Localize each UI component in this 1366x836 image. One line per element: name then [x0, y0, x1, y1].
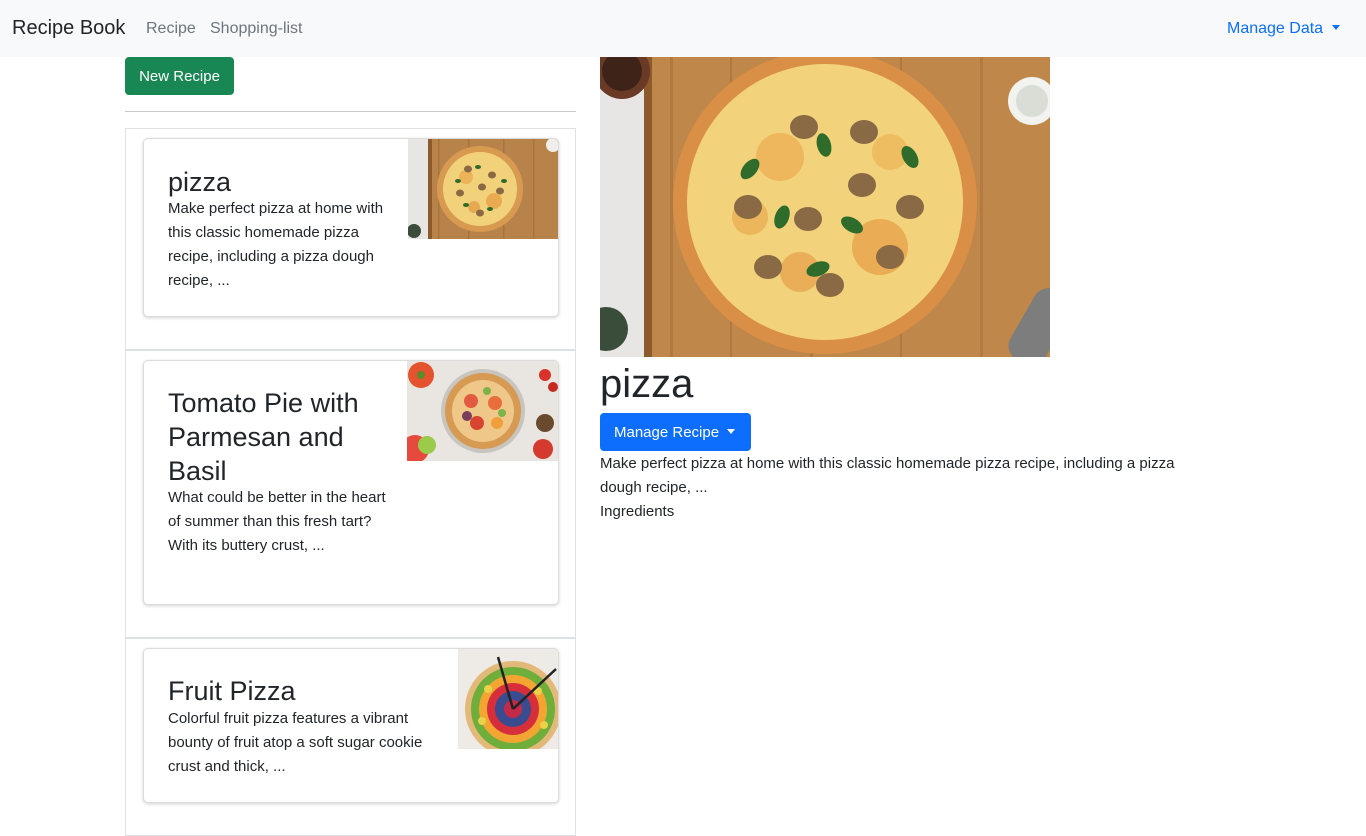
- divider: [125, 111, 576, 112]
- top-navbar: Recipe Book Recipe Shopping-list Manage …: [0, 0, 1366, 57]
- recipe-thumbnail-image: [458, 649, 558, 749]
- recipe-card-title: Fruit Pizza: [168, 676, 296, 706]
- recipe-thumbnail-image: [408, 139, 558, 239]
- ingredients-label: Ingredients: [600, 503, 675, 520]
- nav-recipe-link[interactable]: Recipe: [146, 20, 196, 38]
- recipe-detail-image: [600, 57, 1050, 357]
- recipe-card-description: Colorful fruit pizza features a vibrant …: [168, 710, 423, 775]
- recipe-card-description: Make perfect pizza at home with this cla…: [168, 200, 384, 289]
- new-recipe-button[interactable]: New Recipe: [125, 57, 234, 95]
- recipe-card-title: Tomato Pie with Parmesan and Basil: [168, 388, 359, 486]
- recipe-card-tomato-pie[interactable]: Tomato Pie with Parmesan and Basil What …: [143, 360, 559, 605]
- caret-down-icon: [1332, 25, 1341, 30]
- recipe-list-item: Fruit Pizza Colorful fruit pizza feature…: [125, 638, 576, 836]
- recipe-list-item: pizza Make perfect pizza at home with th…: [125, 128, 576, 350]
- recipe-card-description: What could be better in the heart of sum…: [168, 489, 386, 554]
- nav-shopping-list-link[interactable]: Shopping-list: [210, 20, 303, 38]
- recipe-detail-title: pizza: [600, 362, 694, 406]
- manage-data-dropdown[interactable]: Manage Data: [1227, 20, 1341, 38]
- recipe-card-pizza[interactable]: pizza Make perfect pizza at home with th…: [143, 138, 559, 317]
- recipe-card-fruit-pizza[interactable]: Fruit Pizza Colorful fruit pizza feature…: [143, 648, 559, 803]
- recipe-thumbnail-image: [407, 361, 558, 461]
- manage-data-label: Manage Data: [1227, 20, 1324, 37]
- manage-recipe-dropdown-button[interactable]: Manage Recipe: [600, 413, 751, 451]
- recipe-card-title: pizza: [168, 167, 232, 197]
- recipe-detail-description: Make perfect pizza at home with this cla…: [600, 455, 1175, 496]
- brand-link[interactable]: Recipe Book: [12, 17, 125, 40]
- recipe-list-item: Tomato Pie with Parmesan and Basil What …: [125, 350, 576, 638]
- manage-recipe-label: Manage Recipe: [614, 423, 720, 441]
- caret-down-icon: [727, 428, 736, 434]
